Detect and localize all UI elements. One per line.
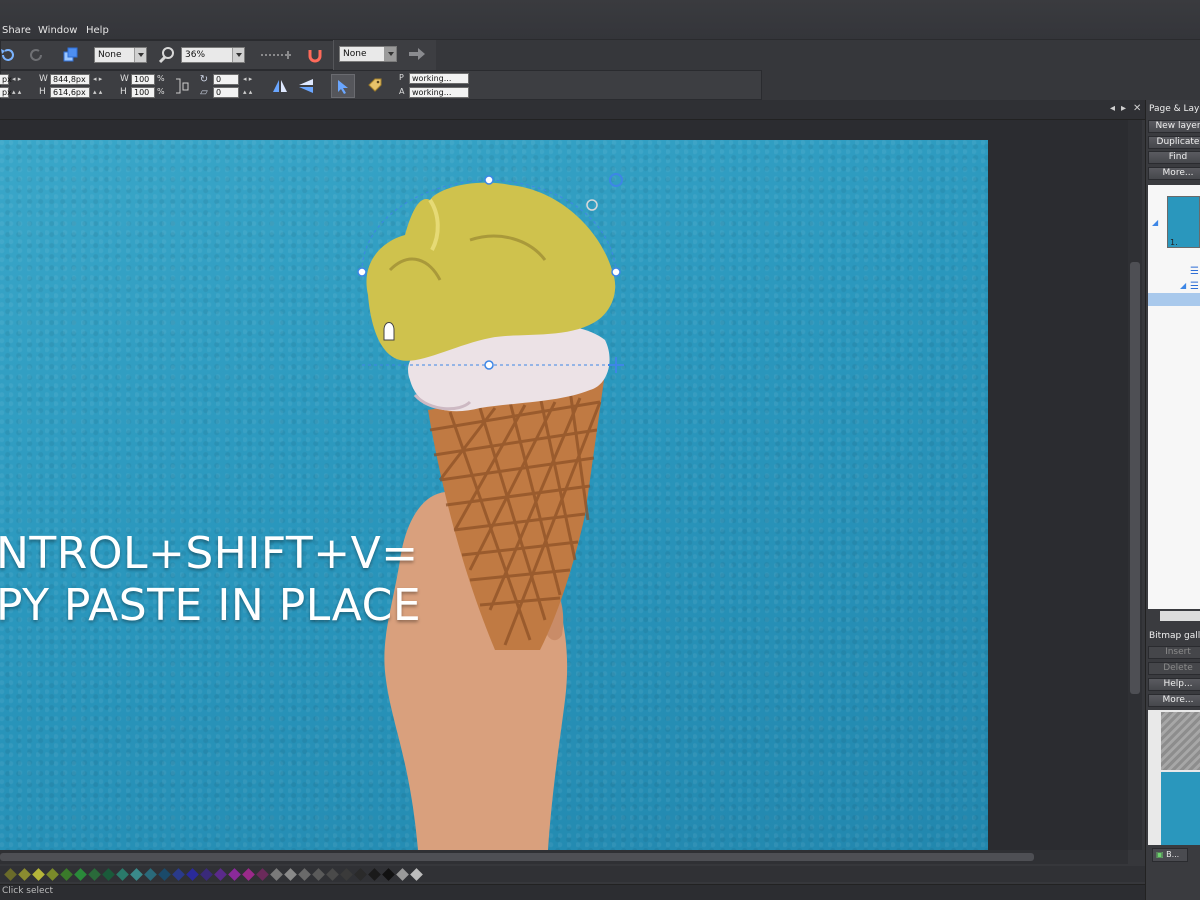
caption-line-2: PY PASTE IN PLACE [0,580,422,631]
export-toolbar: None [333,40,436,70]
y-spinner[interactable]: ▴ ▴ [12,89,21,96]
selector-tool-icon[interactable] [331,74,355,98]
zoom-icon[interactable] [156,44,178,66]
width-label: W [39,74,48,84]
redo-icon[interactable] [25,44,47,66]
ice-cream-illustration [357,173,624,850]
status-bar [0,884,1200,900]
flip-horizontal-icon[interactable] [269,75,291,97]
rotate-icon: ↻ [199,73,209,85]
lock-aspect-icon[interactable] [171,76,193,96]
gallery-more-button[interactable]: More... [1148,694,1200,707]
dock-next-icon[interactable]: ▸ [1121,103,1126,114]
overlay-caption: NTROL+SHIFT+V= PY PASTE IN PLACE [0,528,421,632]
quality-select[interactable]: None [94,47,147,63]
expand-icon[interactable]: ◢ [1152,218,1158,227]
duplicate-button[interactable]: Duplicate [1148,136,1200,149]
height-label: H [39,87,46,97]
width-spinner[interactable]: ◂ ▸ [93,76,102,83]
skew-icon: ▱ [200,86,208,98]
height-field[interactable]: 614,6px [50,87,90,98]
layers-scrollbar[interactable] [1160,611,1200,621]
bitmap-thumbnail-1[interactable] [1161,712,1200,770]
magnet-snap-icon[interactable] [304,44,326,66]
width-field[interactable]: 844,8px [50,74,90,85]
page-layers-title: Page & Layers [1149,104,1200,114]
height-percent-field[interactable]: 100 [131,87,155,98]
horizontal-scroll-thumb[interactable] [0,853,1034,861]
export-select[interactable]: None [339,46,397,62]
insert-button[interactable]: Insert [1148,646,1200,659]
layers-list[interactable] [1148,185,1200,609]
new-layer-button[interactable]: New layer [1148,120,1200,133]
a-label: A [399,87,405,96]
arrow-right-icon[interactable] [406,43,428,65]
ice-cream-photo[interactable]: NTROL+SHIFT+V= PY PASTE IN PLACE [0,140,988,850]
bitmap-gallery-title: Bitmap gallery [1149,631,1200,641]
undo-icon[interactable] [0,44,19,66]
gallery-tab[interactable]: ▣ B... [1152,848,1188,862]
width-percent-label: W [120,74,129,84]
rotate-field[interactable]: 0 [213,74,239,85]
p-field[interactable]: working... [409,73,469,84]
height-percent-label: H [120,87,127,97]
expand-layer-icon[interactable]: ◢ [1180,281,1186,290]
menu-window[interactable]: Window [38,25,77,36]
skew-field[interactable]: 0 [213,87,239,98]
menu-help[interactable]: Help [86,25,109,36]
tag-icon[interactable] [365,75,387,97]
menu-bar: Share Window Help [0,0,1200,40]
flip-vertical-icon[interactable] [295,75,317,97]
arrange-icon[interactable] [59,44,81,66]
selected-layer-row[interactable] [1148,293,1200,306]
page-number-label: 1. [1170,238,1178,247]
gallery-tab-label: B... [1166,850,1180,859]
skew-spinner[interactable]: ▴ ▴ [243,89,252,96]
bitmap-thumbnail-2[interactable] [1161,772,1200,845]
layer-stack-icon-2: ☰ [1190,281,1199,292]
gallery-help-button[interactable]: Help... [1148,678,1200,691]
dock-close-icon[interactable]: ✕ [1133,103,1141,114]
percent-sign: % [157,74,165,83]
app-window: Share Window Help None 36% None px px ◂ … [0,0,1200,900]
x-field[interactable]: px [0,74,12,85]
ruler-icon[interactable] [259,44,293,66]
percent-sign-2: % [157,87,165,96]
zoom-select[interactable]: 36% [181,47,245,63]
width-percent-field[interactable]: 100 [131,74,155,85]
delete-button[interactable]: Delete [1148,662,1200,675]
status-text: Click select [2,886,54,896]
menu-share[interactable]: Share [2,25,31,36]
height-spinner[interactable]: ▴ ▴ [93,89,102,96]
infobar: px px ◂ ▸ ▴ ▴ W 844,8px H 614,6px ◂ ▸ ▴ … [0,70,762,100]
rotate-spinner[interactable]: ◂ ▸ [243,76,252,83]
layer-stack-icon: ☰ [1190,266,1199,277]
caption-line-1: NTROL+SHIFT+V= [0,528,419,579]
vertical-scroll-thumb[interactable] [1130,262,1140,694]
x-spinner[interactable]: ◂ ▸ [12,76,21,83]
a-field[interactable]: working... [409,87,469,98]
document-strip: ◂ ▸ ✕ [0,100,1145,120]
dock-prev-icon[interactable]: ◂ [1110,103,1115,114]
gallery-tab-icon: ▣ [1156,850,1164,859]
find-button[interactable]: Find [1148,151,1200,164]
p-label: P [399,73,404,82]
more-button[interactable]: More... [1148,167,1200,180]
y-field[interactable]: px [0,87,12,98]
